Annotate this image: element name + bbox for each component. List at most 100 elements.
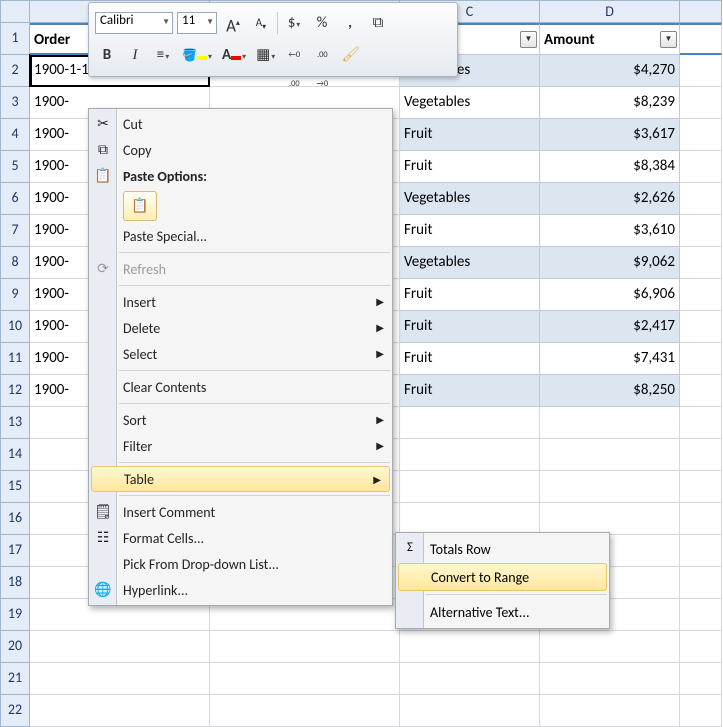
menu-filter[interactable]: Filter ▶ xyxy=(89,433,392,459)
cell[interactable] xyxy=(680,567,722,599)
font-size-selector[interactable]: 11 ▼ xyxy=(177,12,217,34)
decrease-decimal-button[interactable]: .00→0 xyxy=(310,43,334,67)
cell[interactable]: Fruit xyxy=(400,375,540,407)
cell[interactable]: Fruit xyxy=(400,279,540,311)
cell[interactable]: Vegetables xyxy=(400,247,540,279)
cell[interactable] xyxy=(680,215,722,247)
menu-insert[interactable]: Insert ▶ xyxy=(89,289,392,315)
cell[interactable] xyxy=(400,471,540,503)
cell[interactable] xyxy=(400,407,540,439)
format-cells-dialog-button[interactable]: ⧉ xyxy=(366,11,390,35)
menu-paste-special[interactable]: Paste Special... xyxy=(89,223,392,249)
bold-button[interactable]: B xyxy=(95,43,119,67)
menu-table[interactable]: Table ▶ xyxy=(91,466,390,492)
cell[interactable]: $8,250 xyxy=(540,375,680,407)
cell[interactable]: Fruit xyxy=(400,151,540,183)
cell[interactable] xyxy=(680,183,722,215)
menu-hyperlink[interactable]: 🌐 Hyperlink... xyxy=(89,577,392,603)
cell[interactable] xyxy=(680,119,722,151)
row-header[interactable]: 10 xyxy=(0,311,30,343)
cell[interactable]: $2,626 xyxy=(540,183,680,215)
cell[interactable]: Fruit xyxy=(400,119,540,151)
cell[interactable]: $7,431 xyxy=(540,343,680,375)
cell[interactable]: $2,417 xyxy=(540,311,680,343)
cell[interactable] xyxy=(680,471,722,503)
filter-drop-icon[interactable]: ▼ xyxy=(520,31,537,48)
row-header[interactable]: 6 xyxy=(0,183,30,215)
submenu-totals-row[interactable]: Σ Totals Row xyxy=(396,535,609,563)
row-header[interactable]: 7 xyxy=(0,215,30,247)
row-header[interactable]: 15 xyxy=(0,471,30,503)
borders-button[interactable]: ▦ xyxy=(253,43,278,67)
cell[interactable]: $3,610 xyxy=(540,215,680,247)
menu-select[interactable]: Select ▶ xyxy=(89,341,392,367)
submenu-alternative-text[interactable]: Alternative Text... xyxy=(396,598,609,626)
cell[interactable] xyxy=(680,631,722,663)
cell[interactable] xyxy=(400,663,540,695)
menu-insert-comment[interactable]: 🗒 Insert Comment xyxy=(89,499,392,525)
format-painter-button[interactable]: 🖌 xyxy=(338,43,363,67)
menu-clear-contents[interactable]: Clear Contents xyxy=(89,374,392,400)
menu-cut[interactable]: ✂ Cut xyxy=(89,111,392,137)
row-header[interactable]: 20 xyxy=(0,631,30,663)
cell[interactable] xyxy=(680,343,722,375)
cell[interactable] xyxy=(680,439,722,471)
menu-copy[interactable]: ⧉ Copy xyxy=(89,137,392,163)
col-header-d[interactable]: D xyxy=(540,0,680,23)
row-header[interactable]: 9 xyxy=(0,279,30,311)
cell[interactable]: Vegetables xyxy=(400,183,540,215)
increase-decimal-button[interactable]: ←0.00 xyxy=(282,43,306,67)
fill-color-button[interactable]: 🪣 xyxy=(179,43,215,67)
select-all-corner[interactable] xyxy=(0,0,30,23)
comma-format-button[interactable]: , xyxy=(338,11,362,35)
table-header-cell[interactable]: Amount▼ xyxy=(540,23,680,55)
cell[interactable] xyxy=(680,695,722,727)
row-header[interactable]: 2 xyxy=(0,55,30,87)
cell[interactable] xyxy=(210,663,400,695)
cell[interactable] xyxy=(680,87,722,119)
cell[interactable]: $4,270 xyxy=(540,55,680,87)
cell[interactable]: $8,239 xyxy=(540,87,680,119)
row-header[interactable]: 12 xyxy=(0,375,30,407)
col-header-e[interactable] xyxy=(680,0,722,23)
accounting-format-button[interactable]: $ xyxy=(282,11,306,35)
percent-format-button[interactable]: % xyxy=(310,11,334,35)
cell[interactable] xyxy=(30,695,210,727)
cell[interactable] xyxy=(30,631,210,663)
row-header[interactable]: 1 xyxy=(0,23,30,55)
row-header[interactable]: 3 xyxy=(0,87,30,119)
row-header[interactable]: 21 xyxy=(0,663,30,695)
menu-sort[interactable]: Sort ▶ xyxy=(89,407,392,433)
submenu-convert-to-range[interactable]: Convert to Range xyxy=(398,563,607,591)
cell[interactable] xyxy=(400,631,540,663)
grow-font-button[interactable]: A▴ xyxy=(221,11,245,35)
cell[interactable] xyxy=(400,503,540,535)
cell[interactable] xyxy=(540,631,680,663)
font-color-button[interactable]: A xyxy=(219,43,249,67)
cell[interactable] xyxy=(680,55,722,87)
cell[interactable]: Fruit xyxy=(400,343,540,375)
row-header[interactable]: 4 xyxy=(0,119,30,151)
cell[interactable] xyxy=(540,471,680,503)
cell[interactable] xyxy=(680,151,722,183)
cell[interactable] xyxy=(680,23,722,55)
row-header[interactable]: 17 xyxy=(0,535,30,567)
menu-format-cells[interactable]: ☷ Format Cells... xyxy=(89,525,392,551)
cell[interactable] xyxy=(680,279,722,311)
cell[interactable] xyxy=(680,503,722,535)
cell[interactable]: $3,617 xyxy=(540,119,680,151)
cell[interactable] xyxy=(210,695,400,727)
cell[interactable] xyxy=(540,439,680,471)
menu-pick-from-list[interactable]: Pick From Drop-down List... xyxy=(89,551,392,577)
row-header[interactable]: 16 xyxy=(0,503,30,535)
cell[interactable] xyxy=(680,247,722,279)
cell[interactable] xyxy=(680,375,722,407)
cell[interactable]: $6,906 xyxy=(540,279,680,311)
cell[interactable]: Vegetables xyxy=(400,87,540,119)
cell[interactable] xyxy=(540,407,680,439)
cell[interactable] xyxy=(30,663,210,695)
cell[interactable] xyxy=(680,311,722,343)
cell[interactable] xyxy=(400,695,540,727)
cell[interactable] xyxy=(210,631,400,663)
cell[interactable] xyxy=(540,663,680,695)
